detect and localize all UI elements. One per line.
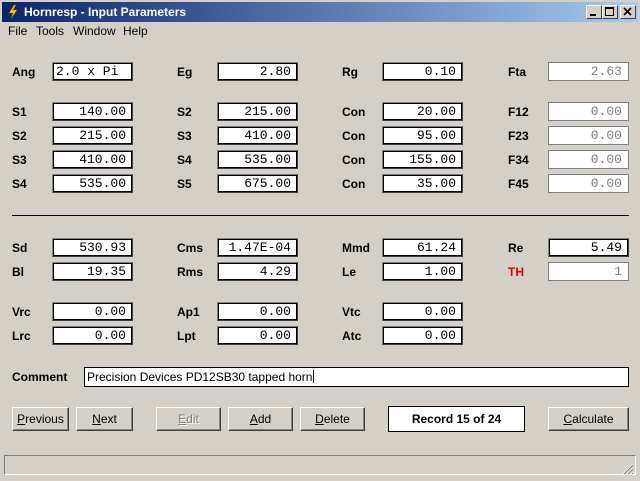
s5-label: S5 bbox=[177, 177, 192, 191]
con3-label: Con bbox=[342, 153, 366, 167]
con3-field[interactable]: 155.00 bbox=[382, 150, 463, 169]
menu-tools[interactable]: Tools bbox=[36, 24, 64, 38]
atc-field[interactable]: 0.00 bbox=[382, 326, 463, 345]
minimize-icon bbox=[590, 14, 596, 16]
rg-label: Rg bbox=[342, 65, 358, 79]
close-button[interactable] bbox=[620, 5, 636, 19]
ang-field[interactable]: 2.0 x Pi bbox=[52, 62, 133, 81]
hornresp-window: Hornresp - Input Parameters File Tools W… bbox=[0, 0, 640, 481]
s2-field[interactable]: 215.00 bbox=[52, 126, 133, 145]
minimize-button[interactable] bbox=[586, 5, 602, 19]
con4-field[interactable]: 35.00 bbox=[382, 174, 463, 193]
comment-label: Comment bbox=[12, 370, 68, 384]
th-label: TH bbox=[508, 265, 524, 279]
lrc-label: Lrc bbox=[12, 329, 31, 343]
lightning-icon bbox=[5, 4, 21, 20]
f34-label: F34 bbox=[508, 153, 529, 167]
con2-field[interactable]: 95.00 bbox=[382, 126, 463, 145]
s1-label: S1 bbox=[12, 105, 27, 119]
s2-label-col2: S2 bbox=[177, 105, 192, 119]
record-counter: Record 15 of 24 bbox=[388, 406, 525, 432]
mmd-label: Mmd bbox=[342, 241, 370, 255]
con1-field[interactable]: 20.00 bbox=[382, 102, 463, 121]
eg-field[interactable]: 2.80 bbox=[217, 62, 298, 81]
s3-label-col2: S3 bbox=[177, 129, 192, 143]
th-field: 1 bbox=[548, 262, 629, 281]
cms-field[interactable]: 1.47E-04 bbox=[217, 238, 298, 257]
lpt-label: Lpt bbox=[177, 329, 196, 343]
add-button[interactable]: Add bbox=[228, 407, 293, 431]
lrc-field[interactable]: 0.00 bbox=[52, 326, 133, 345]
bl-label: Bl bbox=[12, 265, 24, 279]
f23-field: 0.00 bbox=[548, 126, 629, 145]
text-caret bbox=[313, 370, 315, 383]
rms-label: Rms bbox=[177, 265, 204, 279]
title-bar[interactable]: Hornresp - Input Parameters bbox=[2, 2, 638, 22]
s4-label: S4 bbox=[12, 177, 27, 191]
fta-field: 2.63 bbox=[548, 62, 629, 81]
eg-label: Eg bbox=[177, 65, 193, 79]
atc-label: Atc bbox=[342, 329, 362, 343]
s4-field[interactable]: 535.00 bbox=[52, 174, 133, 193]
s3-field-col2[interactable]: 410.00 bbox=[217, 126, 298, 145]
rms-field[interactable]: 4.29 bbox=[217, 262, 298, 281]
re-label: Re bbox=[508, 241, 524, 255]
fta-label: Fta bbox=[508, 65, 526, 79]
s2-field-col2[interactable]: 215.00 bbox=[217, 102, 298, 121]
rg-field[interactable]: 0.10 bbox=[382, 62, 463, 81]
delete-button[interactable]: Delete bbox=[300, 407, 365, 431]
vrc-field[interactable]: 0.00 bbox=[52, 302, 133, 321]
vrc-label: Vrc bbox=[12, 305, 31, 319]
edit-button[interactable]: Edit bbox=[156, 407, 221, 431]
vtc-field[interactable]: 0.00 bbox=[382, 302, 463, 321]
le-field[interactable]: 1.00 bbox=[382, 262, 463, 281]
resize-grip-icon[interactable] bbox=[622, 462, 634, 475]
f23-label: F23 bbox=[508, 129, 529, 143]
con2-label: Con bbox=[342, 129, 366, 143]
con4-label: Con bbox=[342, 177, 366, 191]
vtc-label: Vtc bbox=[342, 305, 361, 319]
maximize-button[interactable] bbox=[602, 5, 618, 19]
previous-button[interactable]: Previous bbox=[12, 407, 69, 431]
mmd-field[interactable]: 61.24 bbox=[382, 238, 463, 257]
calculate-button[interactable]: Calculate bbox=[548, 407, 629, 431]
con1-label: Con bbox=[342, 105, 366, 119]
close-icon bbox=[623, 7, 632, 16]
re-field[interactable]: 5.49 bbox=[548, 238, 629, 257]
menu-window[interactable]: Window bbox=[73, 24, 116, 38]
cms-label: Cms bbox=[177, 241, 204, 255]
menu-bar: File Tools Window Help bbox=[2, 22, 638, 40]
bl-field[interactable]: 19.35 bbox=[52, 262, 133, 281]
s1-field[interactable]: 140.00 bbox=[52, 102, 133, 121]
maximize-icon bbox=[605, 7, 614, 16]
le-label: Le bbox=[342, 265, 357, 279]
lpt-field[interactable]: 0.00 bbox=[217, 326, 298, 345]
comment-text: Precision Devices PD12SB30 tapped horn bbox=[87, 370, 313, 384]
s2-label: S2 bbox=[12, 129, 27, 143]
next-button[interactable]: Next bbox=[76, 407, 133, 431]
f12-label: F12 bbox=[508, 105, 529, 119]
ang-label: Ang bbox=[12, 65, 36, 79]
window-title: Hornresp - Input Parameters bbox=[24, 5, 187, 19]
comment-input[interactable]: Precision Devices PD12SB30 tapped horn bbox=[84, 367, 629, 387]
s5-field[interactable]: 675.00 bbox=[217, 174, 298, 193]
s4-label-col2: S4 bbox=[177, 153, 192, 167]
menu-file[interactable]: File bbox=[8, 24, 27, 38]
f45-label: F45 bbox=[508, 177, 529, 191]
s3-label: S3 bbox=[12, 153, 27, 167]
menu-help[interactable]: Help bbox=[123, 24, 148, 38]
f12-field: 0.00 bbox=[548, 102, 629, 121]
separator-line bbox=[12, 215, 629, 216]
s3-field[interactable]: 410.00 bbox=[52, 150, 133, 169]
sd-label: Sd bbox=[12, 241, 28, 255]
s4-field-col2[interactable]: 535.00 bbox=[217, 150, 298, 169]
ap1-field[interactable]: 0.00 bbox=[217, 302, 298, 321]
status-bar bbox=[4, 455, 636, 475]
f45-field: 0.00 bbox=[548, 174, 629, 193]
ap1-label: Ap1 bbox=[177, 305, 200, 319]
sd-field[interactable]: 530.93 bbox=[52, 238, 133, 257]
f34-field: 0.00 bbox=[548, 150, 629, 169]
